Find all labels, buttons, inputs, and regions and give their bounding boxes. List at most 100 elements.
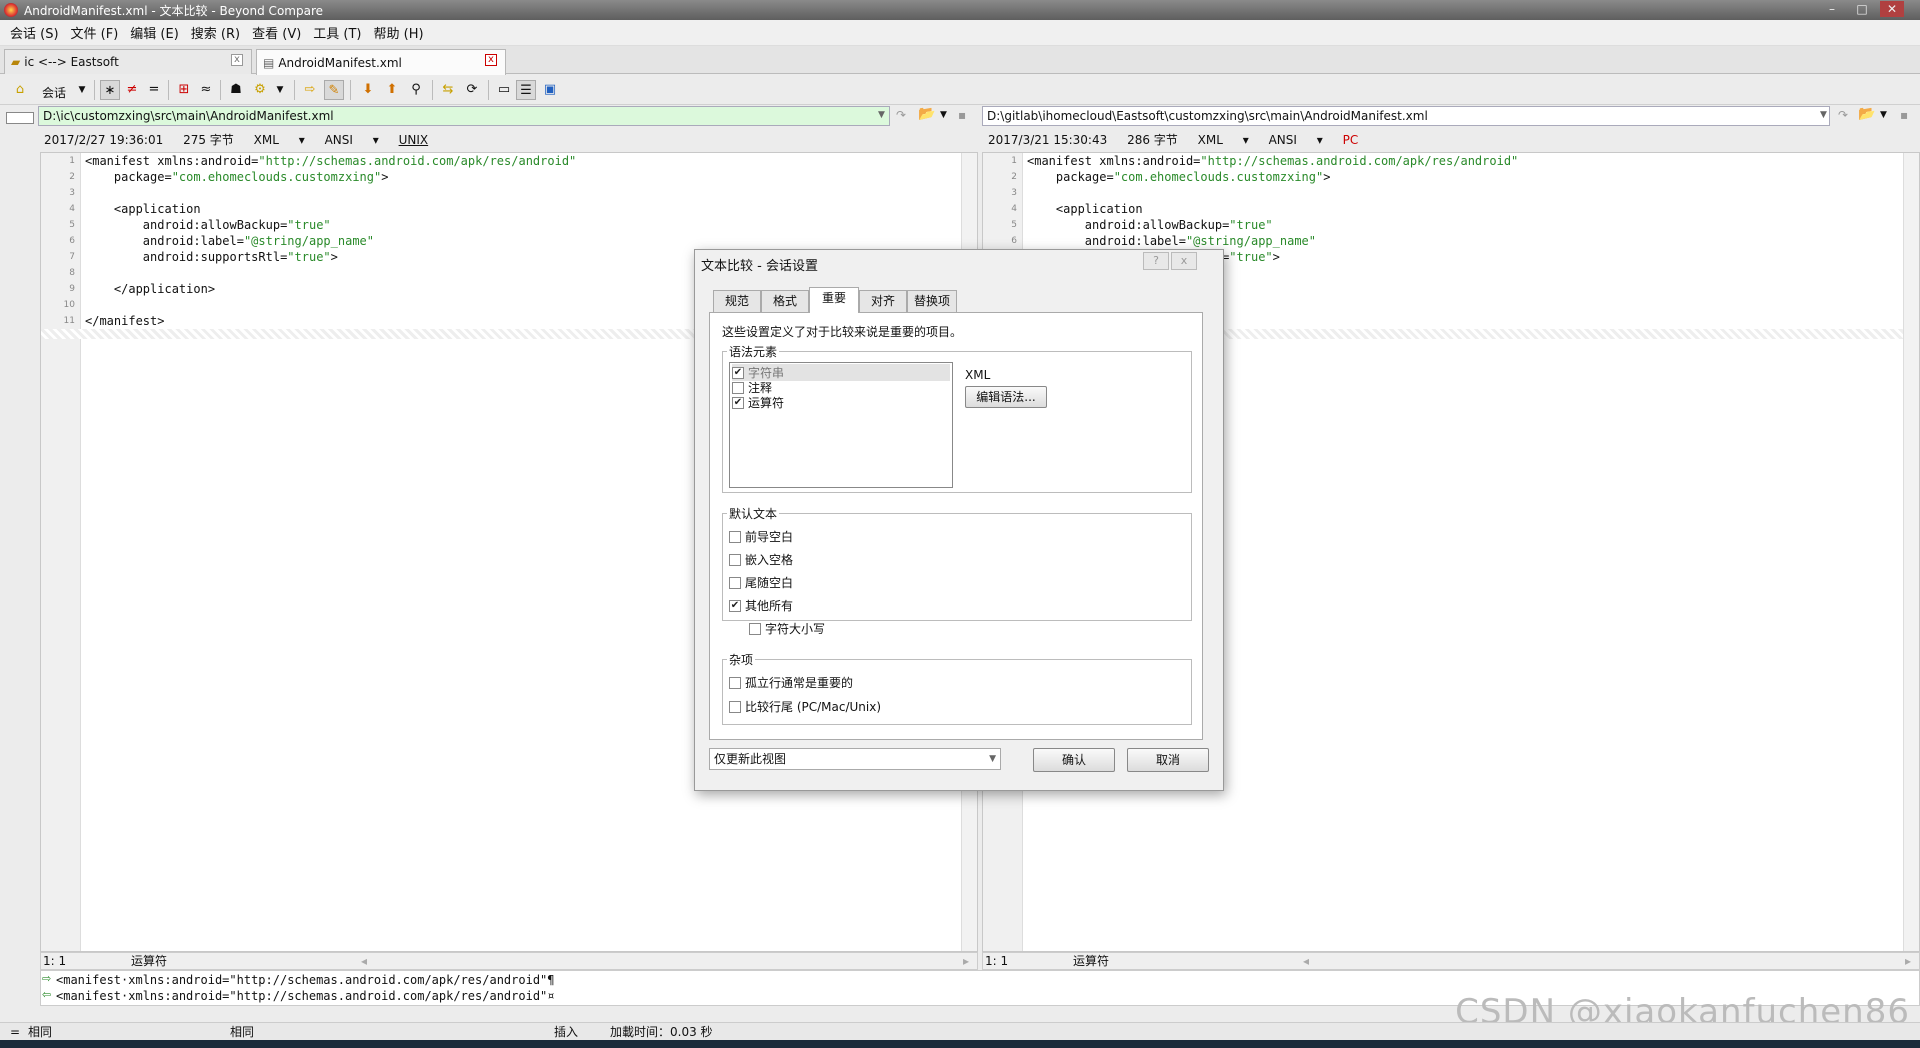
tab-close-icon[interactable]: x (231, 54, 243, 66)
trailing-whitespace-checkbox[interactable]: 尾随空白 (729, 574, 793, 591)
right-path-dropdown-icon[interactable]: ▼ (1820, 110, 1827, 120)
minor-icon[interactable]: ≈ (196, 80, 216, 100)
toolbar-separator (488, 80, 489, 100)
left-save-icon[interactable]: ▪ (958, 108, 966, 122)
checkbox-unchecked-icon[interactable] (729, 676, 741, 689)
left-path-input[interactable]: D:\ic\customzxing\src\main\AndroidManife… (38, 106, 890, 126)
tab-close-icon[interactable]: x (485, 54, 497, 66)
edit-grammar-button[interactable]: 编辑语法... (965, 386, 1047, 408)
right-open-folder-icon[interactable]: 📂 (1858, 106, 1875, 122)
embedded-whitespace-checkbox[interactable]: 嵌入空格 (729, 551, 793, 568)
menu-file[interactable]: 文件 (F) (65, 23, 125, 42)
title-bar: AndroidManifest.xml - 文本比较 - Beyond Comp… (0, 0, 1920, 20)
checkbox-unchecked-icon[interactable] (729, 700, 741, 713)
edit-icon[interactable]: ✎ (324, 80, 344, 100)
prev-diff-icon[interactable]: ⬆ (382, 80, 402, 100)
home-icon[interactable]: ⌂ (10, 80, 30, 100)
menu-view[interactable]: 查看 (V) (246, 23, 307, 42)
checkbox-unchecked-icon[interactable] (729, 576, 741, 589)
dialog-tab-importance[interactable]: 重要 (809, 287, 859, 313)
tab-folder-compare[interactable]: ▰ ic <--> Eastsoft x (4, 49, 252, 74)
refresh-icon[interactable]: ⟳ (462, 80, 482, 100)
left-hscroll-right-icon[interactable]: ▸ (963, 953, 969, 969)
minimize-icon[interactable]: – (1820, 1, 1844, 17)
show-all-icon[interactable]: ∗ (100, 80, 120, 100)
right-encoding-select[interactable]: ANSI ▾ (1269, 133, 1323, 147)
cancel-button[interactable]: 取消 (1127, 748, 1209, 772)
left-open-dropdown-icon[interactable]: ▼ (940, 110, 947, 120)
format-icon[interactable]: ⚙ (250, 80, 270, 100)
ok-button[interactable]: 确认 (1033, 748, 1115, 772)
everything-else-checkbox[interactable]: ✔ 其他所有 (729, 597, 793, 614)
checkbox-unchecked-icon[interactable] (729, 530, 741, 543)
session-button[interactable]: 会话 (42, 84, 66, 101)
right-open-dropdown-icon[interactable]: ▼ (1880, 110, 1887, 120)
code-text: package="com.ehomeclouds.customzxing"> (1027, 170, 1331, 184)
dialog-help-button[interactable]: ? (1143, 252, 1169, 270)
layout-icon[interactable]: ☰ (516, 80, 536, 100)
rules-icon[interactable]: ☗ (226, 80, 246, 100)
checkbox-unchecked-icon[interactable] (732, 381, 744, 394)
show-diffs-icon[interactable]: ≠ (122, 80, 142, 100)
next-diff-icon[interactable]: ⬇ (358, 80, 378, 100)
right-lineend-select[interactable]: PC (1343, 133, 1359, 147)
details-icon[interactable]: ▣ (540, 80, 560, 100)
left-history-icon[interactable]: ↷ (896, 108, 906, 122)
left-encoding-select[interactable]: ANSI ▾ (325, 133, 379, 147)
menu-tools[interactable]: 工具 (T) (307, 23, 367, 42)
scope-select[interactable]: 仅更新此视图 ▼ (709, 748, 1001, 770)
character-case-checkbox[interactable]: 字符大小写 (749, 620, 825, 637)
dialog-close-button[interactable]: x (1171, 252, 1197, 270)
maximize-icon[interactable]: □ (1850, 1, 1874, 17)
find-icon[interactable]: ⚲ (406, 80, 426, 100)
right-save-icon[interactable]: ▪ (1900, 108, 1908, 122)
dialog-tab-panel: 这些设置定义了对于比较来说是重要的项目。 语法元素 ✔ 字符串 注释 ✔ 运算符 X… (709, 312, 1203, 740)
leading-whitespace-checkbox[interactable]: 前导空白 (729, 528, 793, 545)
code-text: </application> (85, 282, 216, 296)
checkbox-checked-icon[interactable]: ✔ (729, 599, 741, 612)
code-line: 5 android:allowBackup="true" (41, 217, 977, 233)
dialog-tab-format[interactable]: 格式 (761, 290, 809, 312)
grammar-list[interactable]: ✔ 字符串 注释 ✔ 运算符 (729, 362, 953, 488)
right-history-icon[interactable]: ↷ (1838, 108, 1848, 122)
left-hscroll-left-icon[interactable]: ◂ (361, 953, 367, 969)
right-format-select[interactable]: XML ▾ (1198, 133, 1249, 147)
grammar-item-operator[interactable]: ✔ 运算符 (732, 394, 784, 411)
code-line: 4 <application (41, 201, 977, 217)
right-hscroll-right-icon[interactable]: ▸ (1905, 953, 1911, 969)
panel-icon[interactable]: ▭ (494, 80, 514, 100)
dialog-tab-spec[interactable]: 规范 (713, 290, 761, 312)
left-path-dropdown-icon[interactable]: ▼ (878, 110, 885, 120)
chevron-down-icon[interactable]: ▼ (72, 80, 92, 100)
left-open-folder-icon[interactable]: 📂 (918, 106, 935, 122)
close-window-icon[interactable]: ✕ (1880, 1, 1904, 17)
show-same-icon[interactable]: = (144, 80, 164, 100)
menu-help[interactable]: 帮助 (H) (368, 23, 430, 42)
menu-search[interactable]: 搜索 (R) (185, 23, 246, 42)
orphan-lines-checkbox[interactable]: 孤立行通常是重要的 (729, 674, 853, 691)
right-vertical-scrollbar[interactable] (1903, 153, 1919, 951)
code-line: 4 <application (983, 201, 1919, 217)
toolbar-separator (220, 80, 221, 100)
checkbox-checked-icon[interactable]: ✔ (732, 396, 744, 409)
checkbox-unchecked-icon[interactable] (729, 553, 741, 566)
left-lineend-select[interactable]: UNIX (399, 133, 429, 147)
context-icon[interactable]: ⊞ (174, 80, 194, 100)
checkbox-checked-icon[interactable]: ✔ (732, 366, 744, 379)
menu-session[interactable]: 会话 (S) (4, 23, 65, 42)
swap-icon[interactable]: ⇆ (438, 80, 458, 100)
menu-edit[interactable]: 编辑 (E) (124, 23, 185, 42)
chevron-down-icon[interactable]: ▼ (270, 80, 290, 100)
right-path-input[interactable]: D:\gitlab\ihomecloud\Eastsoft\customzxin… (982, 106, 1830, 126)
code-text: <application (85, 202, 201, 216)
left-format-select[interactable]: XML ▾ (254, 133, 305, 147)
copy-to-right-icon[interactable]: ⇨ (300, 80, 320, 100)
code-text: android:label="@string/app_name" (85, 234, 374, 248)
dialog-description: 这些设置定义了对于比较来说是重要的项目。 (722, 325, 963, 339)
compare-line-endings-checkbox[interactable]: 比较行尾 (PC/Mac/Unix) (729, 698, 881, 715)
right-hscroll-left-icon[interactable]: ◂ (1303, 953, 1309, 969)
dialog-tab-replacements[interactable]: 替换项 (907, 290, 957, 312)
tab-text-compare[interactable]: ▤ AndroidManifest.xml x (256, 49, 506, 75)
checkbox-unchecked-icon[interactable] (749, 622, 761, 635)
dialog-tab-alignment[interactable]: 对齐 (859, 290, 907, 312)
